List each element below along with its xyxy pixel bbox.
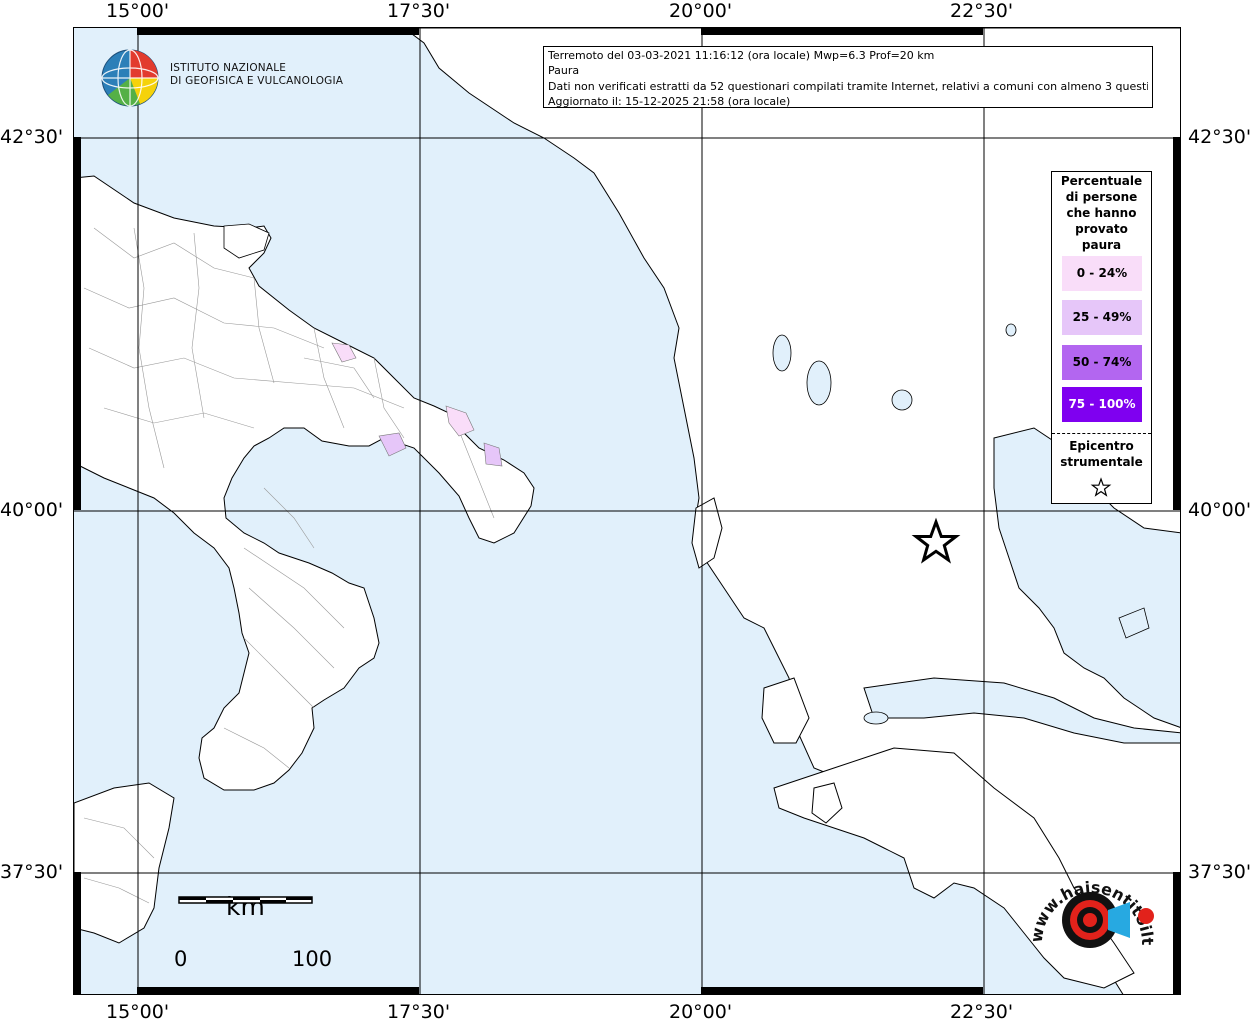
- ingv-line-2: DI GEOFISICA E VULCANOLOGIA: [170, 75, 344, 87]
- frame-right-tick-2: [1173, 872, 1181, 995]
- ingv-line-1: ISTITUTO NAZIONALE: [170, 62, 287, 74]
- event-title: Terremoto del 03-03-2021 11:16:12 (ora l…: [548, 49, 935, 62]
- frame-left-tick-1: [73, 137, 81, 510]
- legend-title: Percentuale di persone che hanno provato…: [1052, 173, 1151, 253]
- legend: Percentuale di persone che hanno provato…: [1051, 171, 1152, 504]
- frame-bottom-tick-2: [701, 987, 983, 995]
- ingv-logo-text: ISTITUTO NAZIONALE DI GEOFISICA E VULCAN…: [170, 62, 343, 88]
- lat-label-right-1: 42°30': [1188, 126, 1252, 148]
- ingv-globe-icon: [101, 49, 159, 107]
- legend-title-line: provato: [1075, 222, 1128, 236]
- lat-label-left-2: 40°00': [0, 499, 64, 521]
- legend-title-line: che hanno: [1066, 206, 1137, 220]
- commune-25-49-b: [483, 442, 503, 467]
- legend-epicenter-line: strumentale: [1060, 455, 1143, 469]
- legend-separator: [1052, 433, 1151, 434]
- legend-item-0-24: 0 - 24%: [1062, 256, 1142, 291]
- lat-label-right-2: 40°00': [1188, 499, 1252, 521]
- legend-title-line: Percentuale: [1060, 174, 1143, 188]
- scale-start-label: 0: [174, 947, 188, 971]
- map-canvas[interactable]: [74, 28, 1181, 995]
- lon-label-top-1: 15°00': [106, 0, 170, 22]
- map-area[interactable]: [73, 27, 1181, 995]
- legend-title-line: paura: [1081, 238, 1122, 252]
- scale-bar: [178, 896, 313, 904]
- lat-label-right-3: 37°30': [1188, 861, 1252, 883]
- lon-label-bottom-1: 15°00': [106, 1001, 170, 1023]
- legend-epicenter-label: Epicentro strumentale: [1052, 438, 1151, 470]
- frame-left-tick-2: [73, 872, 81, 995]
- legend-item-50-74: 50 - 74%: [1062, 345, 1142, 380]
- lon-label-top-3: 20°00': [669, 0, 733, 22]
- lat-label-left-3: 37°30': [0, 861, 64, 883]
- frame-top-tick-2: [701, 27, 983, 35]
- map-type: Paura: [548, 64, 580, 78]
- data-disclaimer: Dati non verificati estratti da 52 quest…: [548, 79, 1148, 93]
- legend-star-icon: [1090, 477, 1112, 497]
- legend-item-75-100: 75 - 100%: [1062, 387, 1142, 422]
- legend-title-line: di persone: [1065, 190, 1138, 204]
- scale-end-label: 100: [292, 947, 333, 971]
- legend-item-25-49: 25 - 49%: [1062, 300, 1142, 335]
- lon-label-top-2: 17°30': [387, 0, 451, 22]
- frame-right-tick-1: [1173, 137, 1181, 510]
- lon-label-top-4: 22°30': [950, 0, 1014, 22]
- haisentito-logo-icon[interactable]: www.haisentitoilterremoto.it: [1022, 858, 1162, 978]
- lon-label-bottom-4: 22°30': [950, 1001, 1014, 1023]
- lon-label-bottom-2: 17°30': [387, 1001, 451, 1023]
- update-timestamp: Aggiornato il: 15-12-2025 21:58 (ora loc…: [548, 94, 791, 108]
- lon-label-bottom-3: 20°00': [669, 1001, 733, 1023]
- legend-epicenter-line: Epicentro: [1069, 439, 1134, 453]
- lat-label-left-1: 42°30': [0, 126, 64, 148]
- frame-bottom-tick-1: [137, 987, 419, 995]
- sicily-landmass: [74, 782, 175, 944]
- event-info-box: Terremoto del 03-03-2021 11:16:12 (ora l…: [543, 46, 1153, 108]
- frame-top-tick-1: [137, 27, 419, 35]
